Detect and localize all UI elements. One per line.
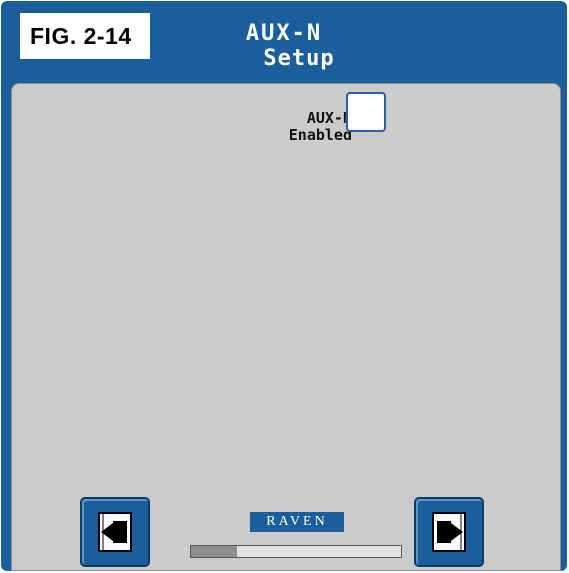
figure-label: FIG. 2-14 [20, 13, 150, 59]
progress-bar [190, 545, 402, 558]
aux-n-setup-screen: AUX-N Setup AUX-N Enabled [1, 1, 567, 571]
aux-enabled-checkbox[interactable] [346, 92, 386, 132]
aux-label-line-1: AUX-N [306, 109, 352, 127]
title-line-2: Setup [263, 46, 335, 71]
progress-fill [191, 546, 238, 557]
arrow-right-page-icon [432, 512, 466, 552]
raven-logo: RAVEN [250, 512, 344, 532]
next-button[interactable] [414, 497, 484, 567]
title-line-1: AUX-N [245, 21, 323, 46]
arrow-left-page-icon [98, 512, 132, 552]
page-title: AUX-N Setup [151, 21, 567, 71]
back-button[interactable] [80, 497, 150, 567]
aux-label-line-2: Enabled [288, 126, 352, 144]
aux-enabled-label: AUX-N Enabled [222, 110, 352, 144]
